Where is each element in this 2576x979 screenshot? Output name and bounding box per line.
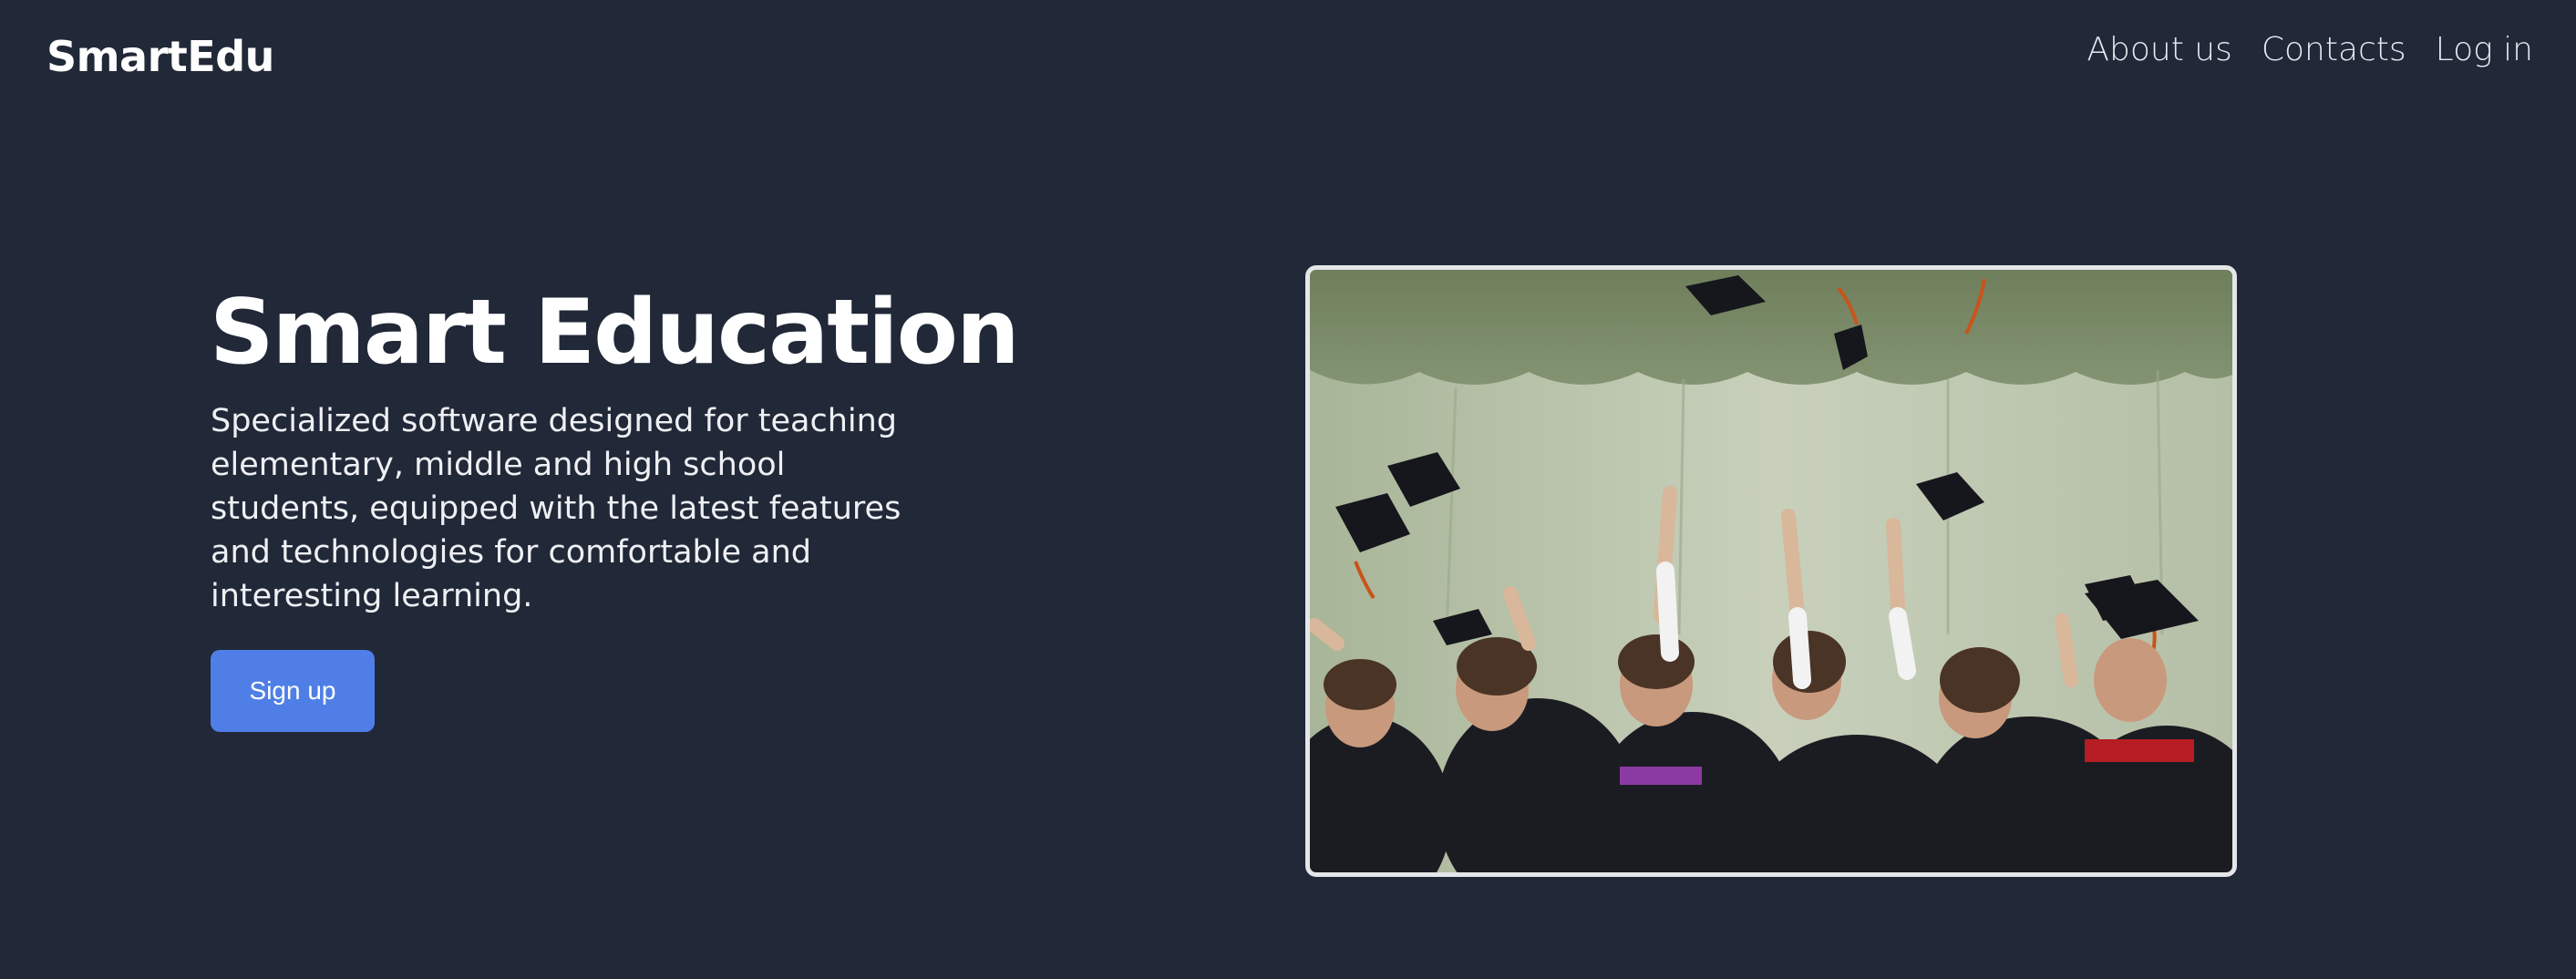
brand-logo[interactable]: SmartEdu [46, 27, 274, 86]
graduation-photo-illustration [1310, 270, 2232, 872]
top-nav: About us Contacts Log in [2087, 26, 2533, 75]
landing-page: SmartEdu About us Contacts Log in Smart … [0, 0, 2576, 979]
nav-log-in-link[interactable]: Log in [2436, 26, 2533, 75]
sign-up-button[interactable]: Sign up [211, 650, 375, 732]
hero-description: Specialized software designed for teachi… [211, 403, 902, 614]
graduation-photo [1305, 265, 2237, 877]
nav-about-us-link[interactable]: About us [2087, 26, 2231, 75]
nav-contacts-link[interactable]: Contacts [2262, 26, 2406, 75]
hero-title: Smart Education [210, 281, 1020, 385]
